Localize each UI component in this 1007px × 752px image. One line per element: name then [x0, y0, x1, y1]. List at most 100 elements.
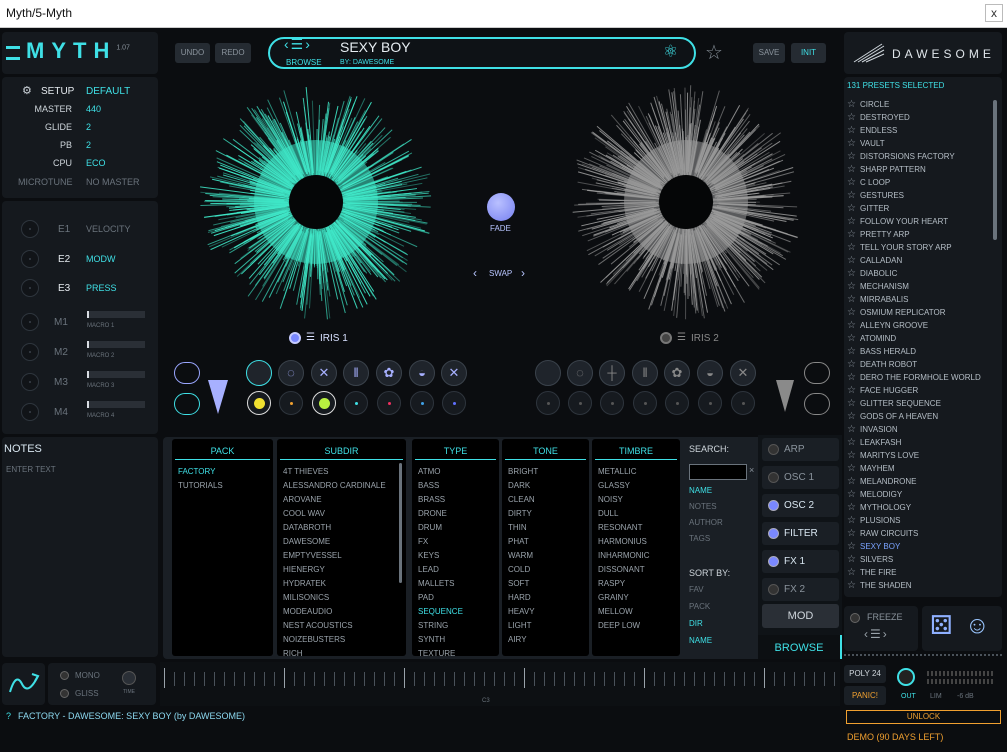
list-item[interactable]: BASS	[418, 479, 493, 493]
preset-list-scrollbar[interactable]	[993, 100, 997, 240]
column-header[interactable]: TIMBRE	[595, 443, 677, 460]
keyboard-strip[interactable]	[160, 662, 840, 706]
preset-item[interactable]: ☆ THE SHADEN	[847, 579, 992, 592]
expression-source[interactable]: VELOCITY	[86, 224, 131, 234]
panic-button[interactable]: PANIC!	[844, 686, 886, 705]
list-item[interactable]: 4T THIEVES	[283, 465, 400, 479]
list-item[interactable]: SOFT	[508, 577, 583, 591]
preset-item[interactable]: ☆ MAYHEM	[847, 462, 992, 475]
list-item[interactable]: THIN	[508, 521, 583, 535]
star-icon[interactable]: ☆	[847, 306, 860, 319]
list-item[interactable]: FACTORY	[178, 465, 267, 479]
iris1-mod-slot[interactable]	[344, 391, 368, 415]
star-icon[interactable]: ☆	[847, 150, 860, 163]
preset-item[interactable]: ☆ DISTORSIONS FACTORY	[847, 150, 992, 163]
list-item[interactable]: COOL WAV	[283, 507, 400, 521]
macro-slider[interactable]	[87, 341, 145, 348]
dice-randomize-icon[interactable]: ⚄	[930, 610, 953, 641]
iris2-visual[interactable]	[566, 82, 806, 322]
star-icon[interactable]: ☆	[847, 501, 860, 514]
iris2-half-circle-icon[interactable]: ◒	[697, 360, 723, 386]
preset-item[interactable]: ☆ C LOOP	[847, 176, 992, 189]
setup-value[interactable]: NO MASTER	[86, 177, 140, 187]
iris1-close-icon[interactable]: ✕	[441, 360, 467, 386]
swap-label[interactable]: SWAP	[489, 269, 512, 278]
iris2-mode-icon[interactable]	[804, 393, 830, 415]
iris1-mod-slot[interactable]	[410, 391, 434, 415]
list-item[interactable]: HIENERGY	[283, 563, 400, 577]
preset-item[interactable]: ☆ OSMIUM REPLICATOR	[847, 306, 992, 319]
list-item[interactable]: RASPY	[598, 577, 674, 591]
preset-item[interactable]: ☆ GODS OF A HEAVEN	[847, 410, 992, 423]
iris2-label[interactable]: IRIS 2	[691, 333, 719, 344]
star-icon[interactable]: ☆	[847, 280, 860, 293]
sort-option[interactable]: FAV	[689, 585, 704, 594]
preset-item[interactable]: ☆ GLITTER SEQUENCE	[847, 397, 992, 410]
preset-item[interactable]: ☆ FACE HUGGER	[847, 384, 992, 397]
list-item[interactable]: KEYS	[418, 549, 493, 563]
iris1-visual[interactable]	[196, 82, 436, 322]
star-icon[interactable]: ☆	[847, 579, 860, 592]
star-icon[interactable]: ☆	[847, 189, 860, 202]
list-item[interactable]: GRAINY	[598, 591, 674, 605]
list-item[interactable]: DRUM	[418, 521, 493, 535]
list-item[interactable]: MELLOW	[598, 605, 674, 619]
save-button[interactable]: SAVE	[753, 43, 785, 63]
iris1-menu-icon[interactable]: ☰	[306, 332, 315, 343]
preset-item[interactable]: ☆ VAULT	[847, 137, 992, 150]
iris2-flower-icon[interactable]: ✿	[664, 360, 690, 386]
list-item[interactable]: NOIZEBUSTERS	[283, 633, 400, 647]
preset-item[interactable]: ☆ PLUSIONS	[847, 514, 992, 527]
star-icon[interactable]: ☆	[847, 462, 860, 475]
creature-icon[interactable]: ☺	[965, 612, 990, 640]
star-icon[interactable]: ☆	[847, 98, 860, 111]
list-item[interactable]: HEAVY	[508, 605, 583, 619]
preset-item[interactable]: ☆ THE FIRE	[847, 566, 992, 579]
preset-item[interactable]: ☆ CIRCLE	[847, 98, 992, 111]
star-icon[interactable]: ☆	[847, 163, 860, 176]
preset-item[interactable]: ☆ CALLADAN	[847, 254, 992, 267]
iris2-mod-slot[interactable]	[536, 391, 560, 415]
iris2-mod-slot[interactable]	[600, 391, 624, 415]
star-icon[interactable]: ☆	[847, 241, 860, 254]
column-header[interactable]: PACK	[175, 443, 270, 460]
preset-item[interactable]: ☆ ALLEYN GROOVE	[847, 319, 992, 332]
unlock-button[interactable]: UNLOCK	[846, 710, 1001, 724]
redo-button[interactable]: REDO	[215, 43, 251, 63]
preset-item[interactable]: ☆ MELANDRONE	[847, 475, 992, 488]
star-icon[interactable]: ☆	[847, 527, 860, 540]
star-icon[interactable]: ☆	[847, 345, 860, 358]
star-icon[interactable]: ☆	[847, 397, 860, 410]
list-item[interactable]: COLD	[508, 563, 583, 577]
list-item[interactable]: ATMO	[418, 465, 493, 479]
list-item[interactable]: BRASS	[418, 493, 493, 507]
iris2-mod-slot[interactable]	[568, 391, 592, 415]
star-icon[interactable]: ☆	[847, 332, 860, 345]
init-button[interactable]: INIT	[791, 43, 826, 63]
list-item[interactable]: METALLIC	[598, 465, 674, 479]
macro-slider[interactable]	[87, 401, 145, 408]
preset-item[interactable]: ☆ TELL YOUR STORY ARP	[847, 241, 992, 254]
preset-item[interactable]: ☆ INVASION	[847, 423, 992, 436]
list-item[interactable]: NOISY	[598, 493, 674, 507]
mono-toggle[interactable]	[60, 671, 69, 680]
list-item[interactable]: DISSONANT	[598, 563, 674, 577]
star-icon[interactable]: ☆	[847, 215, 860, 228]
preset-item[interactable]: ☆ DESTROYED	[847, 111, 992, 124]
macro-knob[interactable]	[21, 343, 39, 361]
list-item[interactable]: DAWESOME	[283, 535, 400, 549]
swap-right-arrow-icon[interactable]: ›	[521, 266, 525, 280]
preset-item[interactable]: ☆ ATOMIND	[847, 332, 992, 345]
list-item[interactable]: INHARMONIC	[598, 549, 674, 563]
list-item[interactable]: WARM	[508, 549, 583, 563]
favorite-star-icon[interactable]: ☆	[705, 40, 723, 65]
iris1-mod-slot[interactable]	[247, 391, 271, 415]
preset-item[interactable]: ☆ DIABOLIC	[847, 267, 992, 280]
iris1-half-circle-icon[interactable]: ◒	[409, 360, 435, 386]
list-item[interactable]: HARD	[508, 591, 583, 605]
iris2-enable-toggle[interactable]	[660, 332, 672, 344]
search-option[interactable]: NAME	[689, 486, 712, 495]
star-icon[interactable]: ☆	[847, 202, 860, 215]
preset-item[interactable]: ☆ MARITYS LOVE	[847, 449, 992, 462]
star-icon[interactable]: ☆	[847, 254, 860, 267]
